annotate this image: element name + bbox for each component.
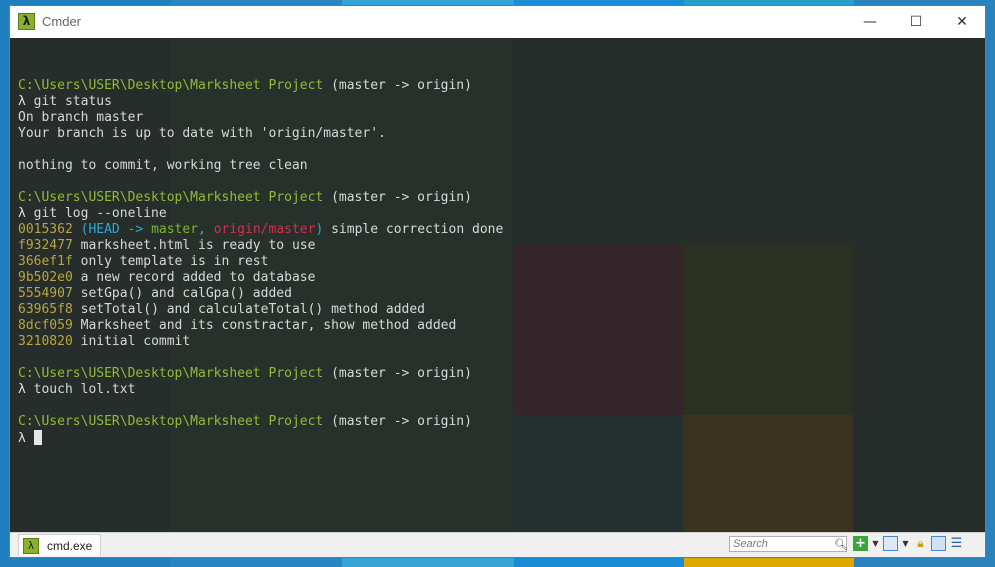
terminal-line: λ git log --oneline bbox=[18, 206, 503, 222]
terminal-line: 0015362 (HEAD -> master, origin/master) … bbox=[18, 222, 503, 238]
terminal-text: 5554907 bbox=[18, 286, 73, 301]
panel-icon[interactable] bbox=[931, 536, 946, 551]
terminal-line: C:\Users\USER\Desktop\Marksheet Project … bbox=[18, 366, 503, 382]
terminal-line: 5554907 setGpa() and calGpa() added bbox=[18, 286, 503, 302]
terminal-text: git status bbox=[25, 94, 112, 109]
terminal-text: simple correction done bbox=[323, 222, 504, 237]
terminal-text: 63965f8 bbox=[18, 302, 73, 317]
search-box[interactable]: 🔍︎ bbox=[729, 536, 848, 552]
terminal-line: 63965f8 setTotal() and calculateTotal() … bbox=[18, 302, 503, 318]
terminal-text: 9b502e0 bbox=[18, 270, 73, 285]
cmder-lambda-icon[interactable]: λ bbox=[18, 13, 35, 30]
terminal-text: f932477 bbox=[18, 238, 73, 253]
terminal-text: (master -> origin) bbox=[323, 78, 472, 93]
terminal-text: C:\Users\USER\Desktop\Marksheet Project bbox=[18, 78, 324, 93]
terminal-text: 0015362 bbox=[18, 222, 73, 237]
terminal-text: setGpa() and calGpa() added bbox=[72, 286, 292, 301]
terminal-text: a new record added to database bbox=[72, 270, 316, 285]
terminal-text: git log --oneline bbox=[25, 206, 167, 221]
terminal-text: , bbox=[198, 222, 214, 237]
terminal-text: (master -> origin) bbox=[323, 190, 472, 205]
terminal-text: C:\Users\USER\Desktop\Marksheet Project bbox=[18, 366, 324, 381]
terminal-text: touch lol.txt bbox=[25, 382, 136, 397]
terminal-line: nothing to commit, working tree clean bbox=[18, 158, 503, 174]
status-bar: λ cmd.exe 🔍︎ + ▼ ▼ 🔒︎ ☰ bbox=[10, 532, 985, 557]
tab-label: cmd.exe bbox=[47, 538, 93, 553]
terminal-line: 8dcf059 Marksheet and its constractar, s… bbox=[18, 318, 503, 334]
terminal-text: λ bbox=[18, 431, 26, 446]
terminal-text: only template is in rest bbox=[72, 254, 269, 269]
maximize-button[interactable]: ☐ bbox=[893, 6, 939, 37]
terminal-text: marksheet.html is ready to use bbox=[72, 238, 316, 253]
terminal-text: λ bbox=[18, 382, 26, 397]
terminal-text: λ bbox=[18, 206, 26, 221]
terminal-text: master bbox=[151, 222, 199, 237]
terminal-text: λ bbox=[18, 94, 26, 109]
terminal-line: 3210820 initial commit bbox=[18, 334, 503, 350]
terminal-text: On branch master bbox=[18, 110, 144, 125]
menu-icon[interactable]: ☰ bbox=[949, 536, 964, 551]
terminal-text: origin/master bbox=[213, 222, 316, 237]
new-console-plus-icon[interactable]: + bbox=[853, 536, 868, 551]
terminal-text: nothing to commit, working tree clean bbox=[18, 158, 308, 173]
terminal-text: C:\Users\USER\Desktop\Marksheet Project bbox=[18, 190, 324, 205]
terminal-line: C:\Users\USER\Desktop\Marksheet Project … bbox=[18, 78, 503, 94]
terminal-console[interactable]: C:\Users\USER\Desktop\Marksheet Project … bbox=[10, 38, 985, 534]
terminal-line: λ git status bbox=[18, 94, 503, 110]
terminal-text: C:\Users\USER\Desktop\Marksheet Project bbox=[18, 414, 324, 429]
terminal-text: ( bbox=[72, 222, 89, 237]
window-title: Cmder bbox=[42, 14, 82, 29]
terminal-text: 3210820 bbox=[18, 334, 73, 349]
terminal-text: 8dcf059 bbox=[18, 318, 73, 333]
terminal-text: (master -> origin) bbox=[323, 366, 472, 381]
split-view-icon[interactable] bbox=[883, 536, 898, 551]
terminal-text: (master -> origin) bbox=[323, 414, 472, 429]
terminal-output: C:\Users\USER\Desktop\Marksheet Project … bbox=[18, 62, 503, 446]
search-input[interactable] bbox=[730, 537, 834, 551]
terminal-line: C:\Users\USER\Desktop\Marksheet Project … bbox=[18, 190, 503, 206]
terminal-text: Your branch is up to date with 'origin/m… bbox=[18, 126, 386, 141]
new-console-dropdown-icon[interactable]: ▼ bbox=[871, 536, 880, 551]
search-icon[interactable]: 🔍︎ bbox=[834, 538, 848, 551]
statusbar-tools: + ▼ ▼ 🔒︎ ☰ bbox=[853, 536, 964, 551]
terminal-line: 366ef1f only template is in rest bbox=[18, 254, 503, 270]
terminal-line: λ bbox=[18, 430, 503, 446]
text-cursor bbox=[33, 430, 42, 445]
title-bar[interactable]: λ Cmder — ☐ ✕ bbox=[10, 6, 985, 37]
terminal-line: On branch master bbox=[18, 110, 503, 126]
terminal-text: initial commit bbox=[72, 334, 191, 349]
terminal-text: Marksheet and its constractar, show meth… bbox=[72, 318, 457, 333]
window-controls: — ☐ ✕ bbox=[847, 6, 985, 37]
terminal-line: Your branch is up to date with 'origin/m… bbox=[18, 126, 503, 142]
terminal-line: 9b502e0 a new record added to database bbox=[18, 270, 503, 286]
console-tab-cmd[interactable]: λ cmd.exe bbox=[18, 534, 102, 556]
minimize-button[interactable]: — bbox=[847, 6, 893, 37]
terminal-line: C:\Users\USER\Desktop\Marksheet Project … bbox=[18, 414, 503, 430]
cmder-window: λ Cmder — ☐ ✕ C:\Users\USER\Desktop\Mark… bbox=[9, 5, 986, 558]
terminal-text: 366ef1f bbox=[18, 254, 73, 269]
terminal-line: f932477 marksheet.html is ready to use bbox=[18, 238, 503, 254]
close-button[interactable]: ✕ bbox=[939, 6, 985, 37]
terminal-text: HEAD -> bbox=[88, 222, 152, 237]
terminal-text: setTotal() and calculateTotal() method a… bbox=[72, 302, 425, 317]
lambda-icon: λ bbox=[23, 537, 39, 554]
split-dropdown-icon[interactable]: ▼ bbox=[901, 536, 910, 551]
terminal-line: λ touch lol.txt bbox=[18, 382, 503, 398]
lock-icon[interactable]: 🔒︎ bbox=[913, 536, 928, 551]
